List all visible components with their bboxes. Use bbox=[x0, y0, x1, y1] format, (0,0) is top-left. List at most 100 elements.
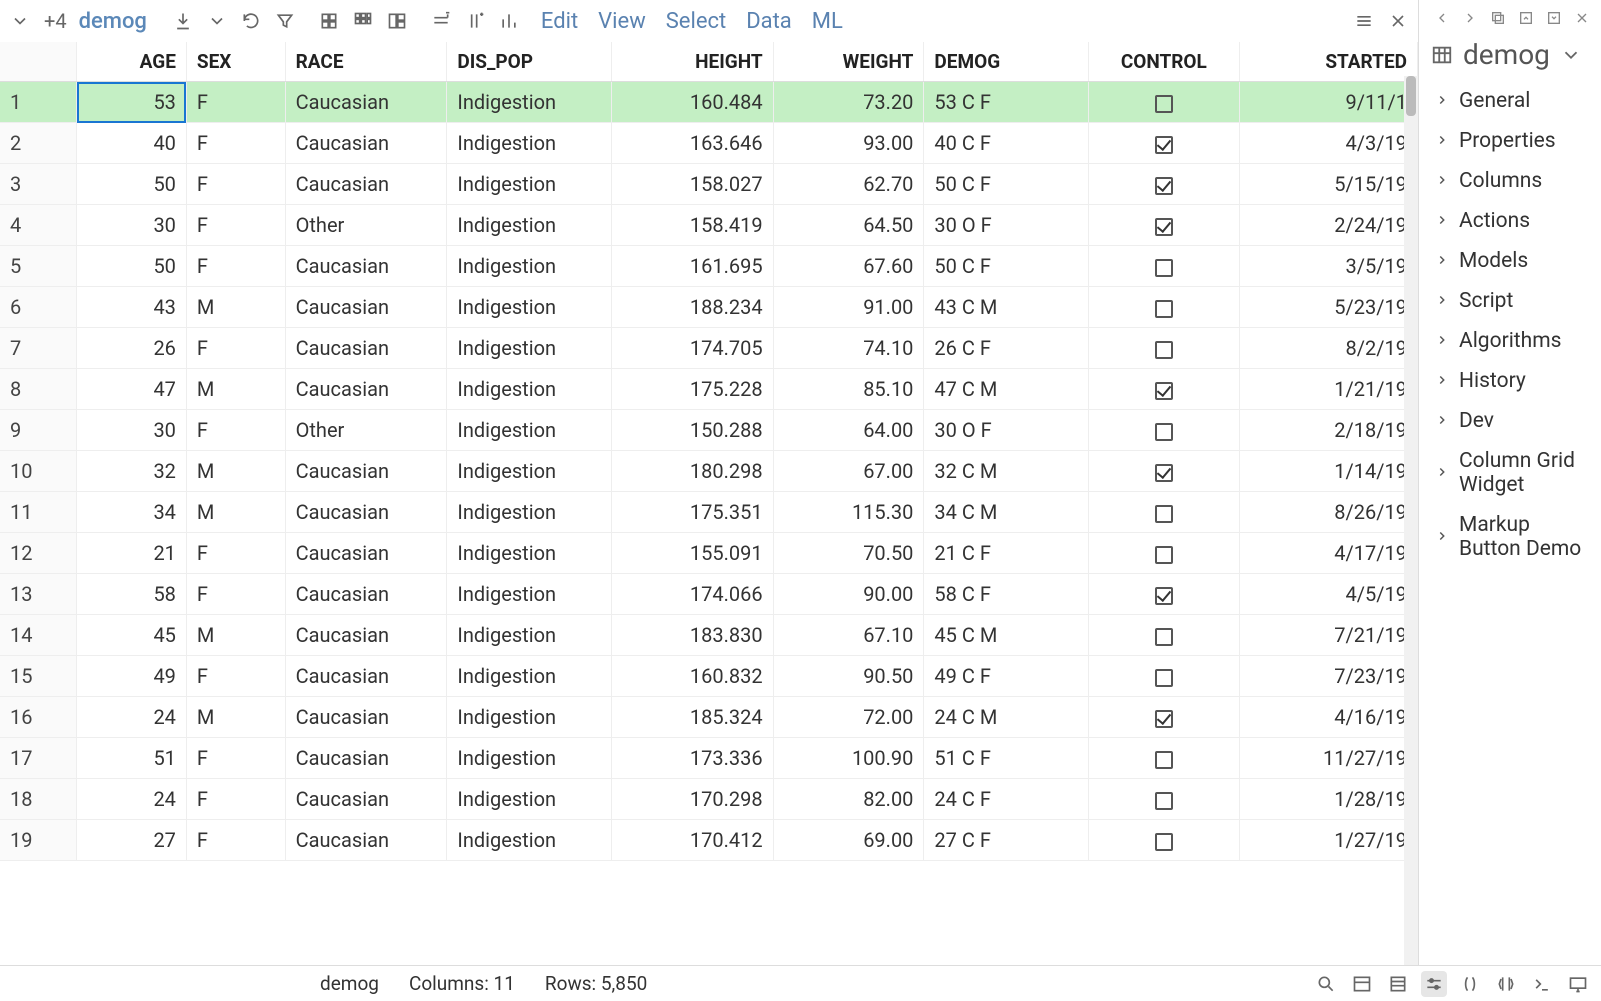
cell-demog[interactable]: 53 C F bbox=[924, 82, 1089, 123]
cell-dispop[interactable]: Indigestion bbox=[447, 738, 612, 779]
table-row[interactable]: 847MCaucasianIndigestion175.22885.1047 C… bbox=[0, 369, 1418, 410]
cell-height[interactable]: 174.705 bbox=[611, 328, 773, 369]
checkbox-icon[interactable] bbox=[1155, 423, 1173, 441]
cell-weight[interactable]: 64.50 bbox=[773, 205, 924, 246]
cell-demog[interactable]: 47 C M bbox=[924, 369, 1089, 410]
col-header-control[interactable]: CONTROL bbox=[1088, 42, 1239, 82]
cell-height[interactable]: 160.484 bbox=[611, 82, 773, 123]
panel-close-icon[interactable] bbox=[1571, 7, 1593, 29]
cell-dispop[interactable]: Indigestion bbox=[447, 82, 612, 123]
cell-control[interactable] bbox=[1088, 451, 1239, 492]
cell-race[interactable]: Caucasian bbox=[285, 451, 447, 492]
console-icon[interactable] bbox=[1529, 971, 1555, 997]
checkbox-icon[interactable] bbox=[1155, 464, 1173, 482]
cell-dispop[interactable]: Indigestion bbox=[447, 369, 612, 410]
download-icon[interactable] bbox=[169, 7, 197, 35]
cell-control[interactable] bbox=[1088, 697, 1239, 738]
cell-sex[interactable]: F bbox=[186, 164, 285, 205]
row-number[interactable]: 18 bbox=[0, 779, 77, 820]
tab-count-badge[interactable]: +4 bbox=[44, 9, 67, 33]
row-number[interactable]: 1 bbox=[0, 82, 77, 123]
cell-control[interactable] bbox=[1088, 779, 1239, 820]
forward-icon[interactable] bbox=[1459, 7, 1481, 29]
cell-started[interactable]: 1/28/19 bbox=[1239, 779, 1417, 820]
table-row[interactable]: 1549FCaucasianIndigestion160.83290.5049 … bbox=[0, 656, 1418, 697]
table-row[interactable]: 1445MCaucasianIndigestion183.83067.1045 … bbox=[0, 615, 1418, 656]
toggle-sidebar-icon[interactable] bbox=[1493, 971, 1519, 997]
cell-demog[interactable]: 50 C F bbox=[924, 164, 1089, 205]
cell-weight[interactable]: 67.00 bbox=[773, 451, 924, 492]
cell-age[interactable]: 34 bbox=[77, 492, 187, 533]
cell-sex[interactable]: M bbox=[186, 451, 285, 492]
cell-demog[interactable]: 51 C F bbox=[924, 738, 1089, 779]
panel-section[interactable]: Dev bbox=[1431, 401, 1593, 441]
cell-dispop[interactable]: Indigestion bbox=[447, 574, 612, 615]
cell-age[interactable]: 26 bbox=[77, 328, 187, 369]
cell-age[interactable]: 50 bbox=[77, 246, 187, 287]
cell-weight[interactable]: 91.00 bbox=[773, 287, 924, 328]
checkbox-icon[interactable] bbox=[1155, 587, 1173, 605]
panel-title[interactable]: demog bbox=[1431, 32, 1593, 81]
checkbox-icon[interactable] bbox=[1155, 833, 1173, 851]
cell-weight[interactable]: 69.00 bbox=[773, 820, 924, 861]
cell-weight[interactable]: 93.00 bbox=[773, 123, 924, 164]
search-icon[interactable] bbox=[1313, 971, 1339, 997]
cell-dispop[interactable]: Indigestion bbox=[447, 656, 612, 697]
cell-height[interactable]: 161.695 bbox=[611, 246, 773, 287]
cell-sex[interactable]: F bbox=[186, 656, 285, 697]
cell-race[interactable]: Other bbox=[285, 205, 447, 246]
cell-weight[interactable]: 73.20 bbox=[773, 82, 924, 123]
cell-sex[interactable]: F bbox=[186, 123, 285, 164]
cell-height[interactable]: 155.091 bbox=[611, 533, 773, 574]
cell-height[interactable]: 175.351 bbox=[611, 492, 773, 533]
checkbox-icon[interactable] bbox=[1155, 751, 1173, 769]
cell-sex[interactable]: F bbox=[186, 738, 285, 779]
cell-race[interactable]: Caucasian bbox=[285, 492, 447, 533]
panel-section[interactable]: History bbox=[1431, 361, 1593, 401]
table-row[interactable]: 1134MCaucasianIndigestion175.351115.3034… bbox=[0, 492, 1418, 533]
cell-weight[interactable]: 62.70 bbox=[773, 164, 924, 205]
cell-dispop[interactable]: Indigestion bbox=[447, 697, 612, 738]
cell-weight[interactable]: 64.00 bbox=[773, 410, 924, 451]
table-row[interactable]: 726FCaucasianIndigestion174.70574.1026 C… bbox=[0, 328, 1418, 369]
list-icon[interactable] bbox=[1385, 971, 1411, 997]
dropdown-toggle-icon[interactable] bbox=[203, 7, 231, 35]
col-header-age[interactable]: AGE bbox=[77, 42, 187, 82]
table-row[interactable]: 1624MCaucasianIndigestion185.32472.0024 … bbox=[0, 697, 1418, 738]
cell-sex[interactable]: F bbox=[186, 574, 285, 615]
cell-sex[interactable]: F bbox=[186, 820, 285, 861]
data-table[interactable]: AGE SEX RACE DIS_POP HEIGHT WEIGHT DEMOG… bbox=[0, 42, 1418, 965]
cell-sex[interactable]: M bbox=[186, 287, 285, 328]
cell-weight[interactable]: 115.30 bbox=[773, 492, 924, 533]
cell-height[interactable]: 160.832 bbox=[611, 656, 773, 697]
cell-control[interactable] bbox=[1088, 738, 1239, 779]
cell-weight[interactable]: 72.00 bbox=[773, 697, 924, 738]
cell-sex[interactable]: M bbox=[186, 615, 285, 656]
panel-section[interactable]: Actions bbox=[1431, 201, 1593, 241]
row-number[interactable]: 6 bbox=[0, 287, 77, 328]
row-number[interactable]: 7 bbox=[0, 328, 77, 369]
ml-menu[interactable]: ML bbox=[806, 9, 849, 34]
cell-weight[interactable]: 67.60 bbox=[773, 246, 924, 287]
cell-dispop[interactable]: Indigestion bbox=[447, 123, 612, 164]
cell-sex[interactable]: F bbox=[186, 246, 285, 287]
layout-icon[interactable] bbox=[1349, 971, 1375, 997]
table-title[interactable]: demog bbox=[79, 9, 147, 34]
cell-race[interactable]: Caucasian bbox=[285, 369, 447, 410]
close-tab-icon[interactable] bbox=[1384, 7, 1412, 35]
cell-control[interactable] bbox=[1088, 656, 1239, 697]
cell-demog[interactable]: 27 C F bbox=[924, 820, 1089, 861]
cell-control[interactable] bbox=[1088, 82, 1239, 123]
panel-section[interactable]: Markup Button Demo bbox=[1431, 505, 1593, 569]
cell-age[interactable]: 24 bbox=[77, 697, 187, 738]
cell-age[interactable]: 21 bbox=[77, 533, 187, 574]
table-row[interactable]: 240FCaucasianIndigestion163.64693.0040 C… bbox=[0, 123, 1418, 164]
cell-control[interactable] bbox=[1088, 369, 1239, 410]
cell-height[interactable]: 185.324 bbox=[611, 697, 773, 738]
col-header-started[interactable]: STARTED bbox=[1239, 42, 1417, 82]
cell-weight[interactable]: 67.10 bbox=[773, 615, 924, 656]
panel-section[interactable]: Models bbox=[1431, 241, 1593, 281]
cell-started[interactable]: 7/23/19 bbox=[1239, 656, 1417, 697]
cell-started[interactable]: 4/16/19 bbox=[1239, 697, 1417, 738]
cell-control[interactable] bbox=[1088, 164, 1239, 205]
